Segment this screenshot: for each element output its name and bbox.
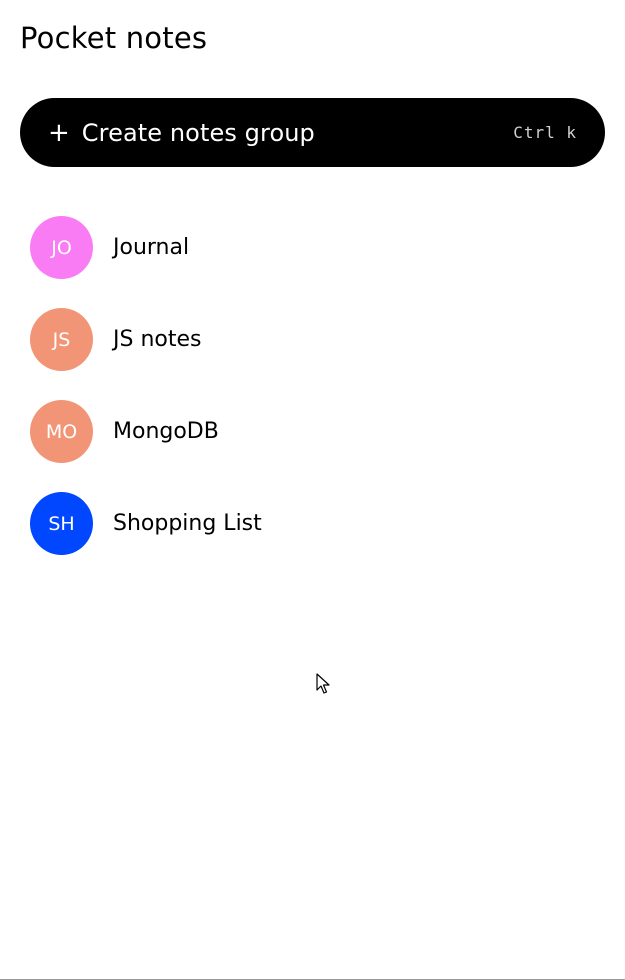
- group-avatar: MO: [30, 400, 93, 463]
- notes-group-item[interactable]: MO MongoDB: [30, 400, 590, 463]
- notes-group-item[interactable]: JS JS notes: [30, 308, 590, 371]
- plus-icon: +: [48, 117, 70, 148]
- mouse-pointer-icon: [316, 673, 330, 694]
- group-name: JS notes: [113, 327, 202, 352]
- create-notes-group-button[interactable]: + Create notes group Ctrl k: [20, 98, 605, 167]
- group-name: MongoDB: [113, 419, 219, 444]
- create-notes-group-label: Create notes group: [81, 118, 315, 147]
- app-root: Pocket notes + Create notes group Ctrl k…: [0, 0, 625, 980]
- group-avatar: JO: [30, 216, 93, 279]
- group-avatar: SH: [30, 492, 93, 555]
- group-name: Shopping List: [113, 511, 262, 536]
- group-avatar: JS: [30, 308, 93, 371]
- group-name: Journal: [113, 235, 190, 260]
- keyboard-shortcut-hint: Ctrl k: [513, 123, 577, 142]
- page-title: Pocket notes: [20, 21, 208, 55]
- notes-group-list: JO Journal JS JS notes MO MongoDB SH Sho…: [30, 216, 590, 584]
- notes-group-item[interactable]: JO Journal: [30, 216, 590, 279]
- notes-group-item[interactable]: SH Shopping List: [30, 492, 590, 555]
